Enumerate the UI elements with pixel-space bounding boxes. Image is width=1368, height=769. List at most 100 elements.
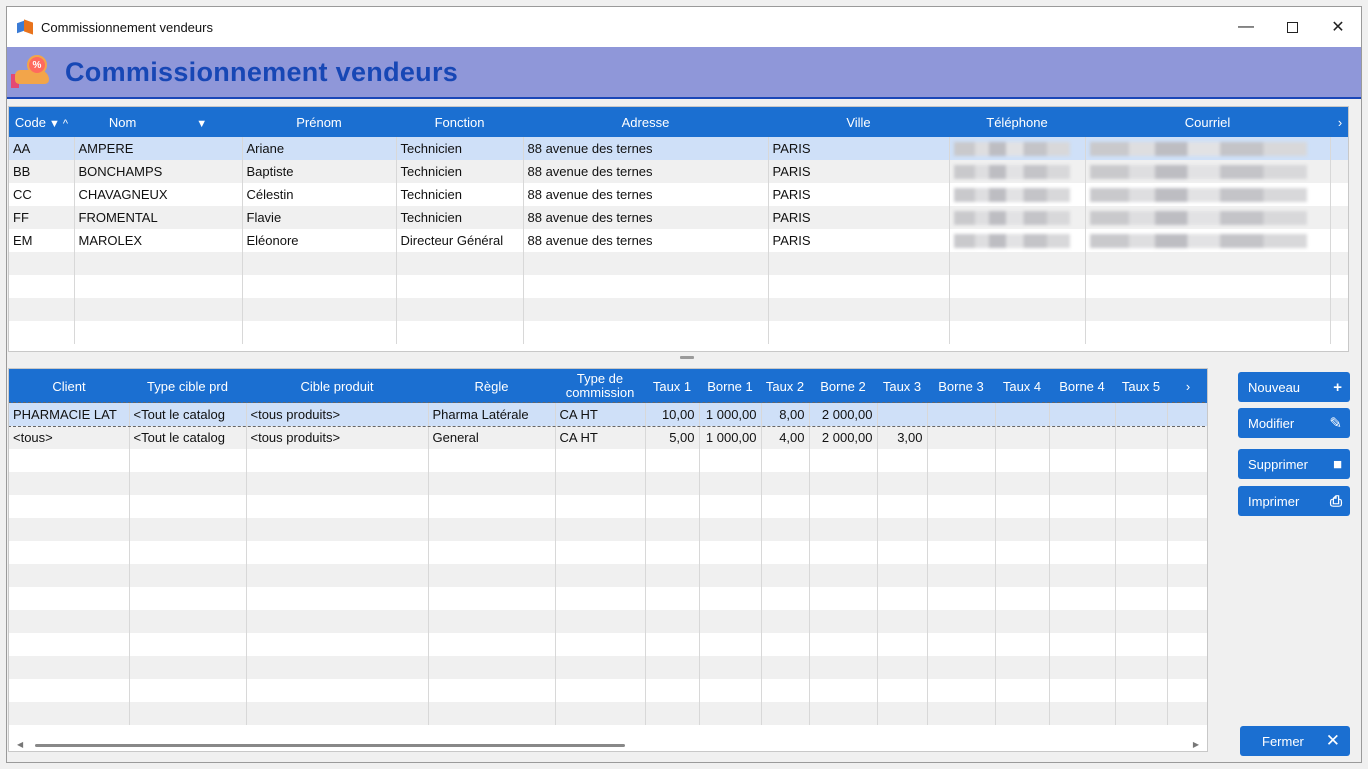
col-header-nom[interactable]: Nom ▼: [74, 107, 242, 137]
table-row[interactable]: [9, 587, 1207, 610]
col-header[interactable]: Borne 3: [927, 369, 995, 403]
table-cell: [1167, 679, 1207, 702]
table-row[interactable]: PHARMACIE LAT <Tout le catalog <tous produ…: [9, 402, 1207, 427]
table-row[interactable]: [9, 564, 1207, 587]
col-header[interactable]: Taux 1: [645, 369, 699, 403]
table-cell: [1085, 321, 1331, 344]
grid-splitter[interactable]: [680, 356, 694, 359]
scrollbar-thumb[interactable]: [35, 744, 625, 747]
table-row[interactable]: [9, 472, 1207, 495]
col-header[interactable]: Borne 2: [809, 369, 877, 403]
col-header[interactable]: Type de commission: [555, 369, 645, 403]
col-header[interactable]: Type cible prd: [129, 369, 246, 403]
col-header-fonction[interactable]: Fonction: [396, 107, 523, 137]
table-cell: [9, 656, 130, 679]
table-row[interactable]: [9, 321, 1348, 344]
col-header-code[interactable]: Code ▼ ^: [9, 107, 74, 137]
table-cell: [9, 679, 130, 702]
table-row[interactable]: FF FROMENTAL Flavie Technicien 88 avenue des…: [9, 206, 1348, 229]
commission-rules-grid[interactable]: Client Type cible prd Cible produit Règle Ty…: [8, 368, 1208, 752]
table-cell: [246, 472, 429, 495]
table-cell: 4,00: [761, 426, 810, 449]
table-cell: 88 avenue des ternes: [523, 137, 769, 160]
scroll-right-icon[interactable]: ›: [1167, 369, 1207, 403]
table-row[interactable]: [9, 298, 1348, 321]
table-cell: [9, 564, 130, 587]
table-cell: [995, 403, 1050, 426]
table-row[interactable]: <tous> <Tout le catalog <tous produits> Gen…: [9, 426, 1207, 449]
col-header[interactable]: Taux 3: [877, 369, 927, 403]
col-header-ville[interactable]: Ville: [768, 107, 949, 137]
col-header[interactable]: Règle: [428, 369, 555, 403]
table-cell: [1115, 426, 1168, 449]
supprimer-button[interactable]: Supprimer ■: [1238, 449, 1350, 479]
table-row[interactable]: BB BONCHAMPS Baptiste Technicien 88 avenue d…: [9, 160, 1348, 183]
table-row[interactable]: [9, 679, 1207, 702]
table-cell: [949, 183, 1086, 206]
table-cell: PARIS: [768, 206, 950, 229]
table-cell: [877, 564, 928, 587]
scroll-left-icon[interactable]: ◀: [17, 740, 23, 749]
commission-hand-icon: %: [11, 52, 51, 92]
col-header[interactable]: Taux 5: [1115, 369, 1167, 403]
table-cell: [1049, 426, 1116, 449]
table-row[interactable]: AA AMPERE Ariane Technicien 88 avenue des te…: [9, 137, 1348, 160]
table-cell: 5,00: [645, 426, 700, 449]
table-row[interactable]: [9, 495, 1207, 518]
col-header[interactable]: Taux 4: [995, 369, 1049, 403]
col-header[interactable]: Borne 1: [699, 369, 761, 403]
table-cell: [1167, 587, 1207, 610]
close-window-button[interactable]: ✕: [1315, 7, 1361, 47]
imprimer-button[interactable]: Imprimer ⎙: [1238, 486, 1350, 516]
table-row[interactable]: EM MAROLEX Eléonore Directeur Général 88 ave…: [9, 229, 1348, 252]
table-cell: [428, 449, 556, 472]
table-cell: [1167, 541, 1207, 564]
table-cell: <tous produits>: [246, 403, 429, 426]
table-cell: [949, 298, 1086, 321]
table-row[interactable]: CC CHAVAGNEUX Célestin Technicien 88 avenue …: [9, 183, 1348, 206]
table-cell: [877, 518, 928, 541]
fermer-button[interactable]: Fermer ✕: [1240, 726, 1350, 756]
table-row[interactable]: [9, 656, 1207, 679]
table-cell: [699, 472, 762, 495]
col-header-telephone[interactable]: Téléphone: [949, 107, 1085, 137]
table-row[interactable]: [9, 275, 1348, 298]
table-cell: <tous>: [9, 426, 130, 449]
table-row[interactable]: [9, 702, 1207, 725]
col-header-courriel[interactable]: Courriel: [1085, 107, 1330, 137]
trash-icon: ■: [1332, 455, 1342, 473]
table-cell: [877, 495, 928, 518]
col-header[interactable]: Taux 2: [761, 369, 809, 403]
filter-icon[interactable]: ▼: [196, 118, 207, 130]
table-cell: [1115, 633, 1168, 656]
table-row[interactable]: [9, 610, 1207, 633]
table-row[interactable]: [9, 252, 1348, 275]
col-header-adresse[interactable]: Adresse: [523, 107, 768, 137]
table-row[interactable]: [9, 541, 1207, 564]
horizontal-scrollbar[interactable]: ◀ ▶: [9, 739, 1207, 751]
modifier-button[interactable]: Modifier ✎: [1238, 408, 1350, 438]
table-cell: CA HT: [555, 426, 646, 449]
scroll-right-icon[interactable]: ›: [1330, 107, 1348, 137]
col-header[interactable]: Cible produit: [246, 369, 428, 403]
table-cell: [129, 564, 247, 587]
maximize-button[interactable]: [1269, 7, 1315, 47]
scroll-right-icon[interactable]: ▶: [1193, 740, 1199, 749]
table-row[interactable]: [9, 449, 1207, 472]
table-cell: [995, 633, 1050, 656]
minimize-button[interactable]: —: [1223, 7, 1269, 47]
nouveau-button[interactable]: Nouveau +: [1238, 372, 1350, 402]
table-cell: [9, 702, 130, 725]
col-header[interactable]: Borne 4: [1049, 369, 1115, 403]
table-row[interactable]: [9, 633, 1207, 656]
minimize-icon: —: [1238, 18, 1254, 35]
sellers-grid[interactable]: Code ▼ ^ Nom ▼ Prénom Fonction Adresse Vill…: [8, 106, 1349, 352]
page-title: Commissionnement vendeurs: [65, 56, 459, 87]
col-header[interactable]: Client: [9, 369, 129, 403]
table-row[interactable]: [9, 518, 1207, 541]
filter-icon[interactable]: ▼: [49, 118, 60, 130]
table-cell: [927, 587, 996, 610]
col-header-prenom[interactable]: Prénom: [242, 107, 396, 137]
table-cell: PARIS: [768, 160, 950, 183]
table-cell: [699, 633, 762, 656]
